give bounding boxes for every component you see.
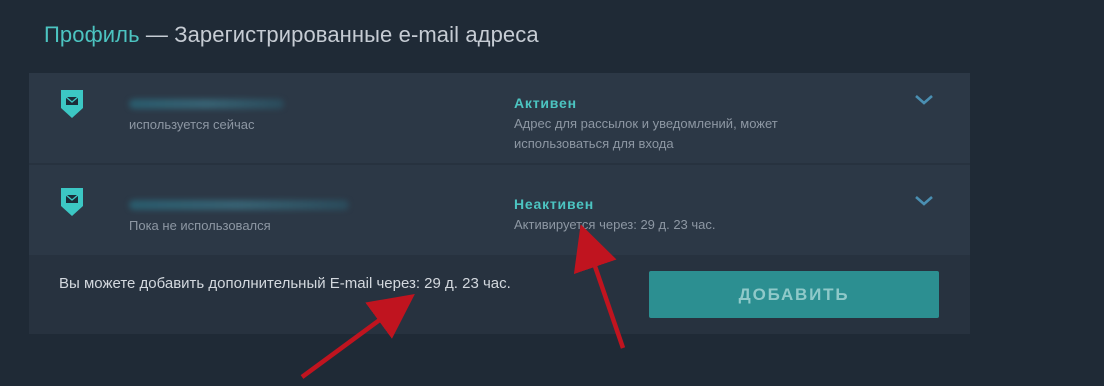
mail-shield-icon — [61, 90, 83, 118]
email-address-blurred — [129, 200, 349, 210]
email-status-badge: Неактивен — [514, 196, 595, 212]
email-status-description: Адрес для рассылок и уведомлений, может … — [514, 116, 778, 151]
email-row-2[interactable]: Пока не использовался Неактивен Активиру… — [29, 165, 970, 255]
page-title: Профиль — Зарегистрированные e-mail адре… — [44, 22, 539, 48]
breadcrumb-profile-link[interactable]: Профиль — [44, 22, 140, 47]
page-title-text: — Зарегистрированные e-mail адреса — [139, 22, 539, 47]
add-email-info-text: Вы можете добавить дополнительный E-mail… — [59, 275, 511, 292]
email-usage-text: используется сейчас — [129, 117, 255, 132]
mail-shield-icon — [61, 188, 83, 216]
email-address-blurred — [129, 99, 284, 109]
email-status-description: Активируется через: 29 д. 23 час. — [514, 217, 716, 232]
add-email-button[interactable]: ДОБАВИТЬ — [649, 271, 939, 318]
email-panel: используется сейчас Активен Адрес для ра… — [29, 73, 970, 334]
email-status-badge: Активен — [514, 95, 577, 111]
chevron-down-icon[interactable] — [913, 93, 935, 107]
email-row-1[interactable]: используется сейчас Активен Адрес для ра… — [29, 73, 970, 163]
chevron-down-icon[interactable] — [913, 194, 935, 208]
email-usage-text: Пока не использовался — [129, 218, 271, 233]
